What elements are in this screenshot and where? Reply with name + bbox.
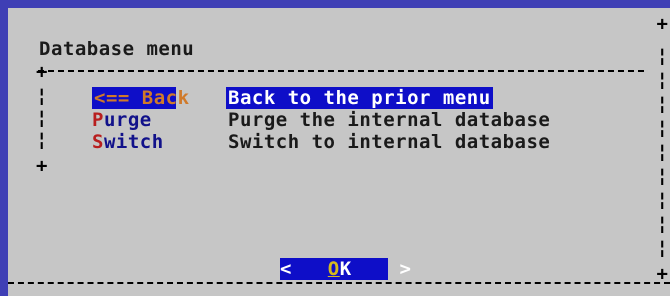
menu-item-description: Switch to internal database <box>228 131 551 153</box>
dialog-title: Database menu <box>39 38 195 60</box>
frame-corner: + <box>656 13 668 35</box>
menu-item-tag: Switch <box>92 131 218 153</box>
menu-item-switch[interactable]: Switch Switch to internal database <box>92 131 550 153</box>
menu-box-edge: ¦ <box>36 107 48 129</box>
ok-button-right-bracket: > <box>399 258 412 280</box>
dialog-bottom-border <box>8 282 670 284</box>
menu-box-top-border <box>38 70 644 72</box>
menu-item-hotkey: S <box>92 131 104 153</box>
menu-item-back[interactable]: <== Back Back to the prior menu <box>92 87 493 109</box>
frame-edge: ¦ <box>656 189 668 211</box>
menu-box-edge: ¦ <box>36 129 48 151</box>
frame-edge: ¦ <box>656 237 668 259</box>
database-menu-dialog: + ¦ ¦ ¦ ¦ ¦ ¦ ¦ ¦ ¦ + Database menu + ¦ … <box>8 8 670 296</box>
frame-edge: ¦ <box>656 213 668 235</box>
menu-item-hotkey: P <box>92 109 104 131</box>
menu-item-tag-rest: urge <box>103 109 152 131</box>
menu-item-purge[interactable]: Purge Purge the internal database <box>92 109 550 131</box>
frame-edge: ¦ <box>656 117 668 139</box>
ok-button[interactable]: < OK > <box>280 258 411 280</box>
frame-edge: ¦ <box>656 141 668 163</box>
menu-item-tag: <== Back <box>92 87 190 109</box>
frame-corner: + <box>656 263 668 285</box>
ok-button-label-rest: K <box>339 258 352 280</box>
menu-item-description: Purge the internal database <box>228 109 551 131</box>
menu-item-tag-rest: witch <box>103 131 164 153</box>
frame-edge: ¦ <box>656 69 668 91</box>
ok-button-hotkey: O <box>327 258 340 280</box>
menu-box-corner: + <box>36 61 48 83</box>
frame-edge: ¦ <box>656 93 668 115</box>
frame-edge: ¦ <box>656 45 668 67</box>
frame-edge: ¦ <box>656 165 668 187</box>
menu-item-tag: Purge <box>92 109 218 131</box>
menu-box-corner: + <box>36 155 48 177</box>
ok-button-left-bracket: < <box>280 258 292 280</box>
menu-item-description: Back to the prior menu <box>226 87 493 109</box>
menu-box-edge: ¦ <box>36 85 48 107</box>
